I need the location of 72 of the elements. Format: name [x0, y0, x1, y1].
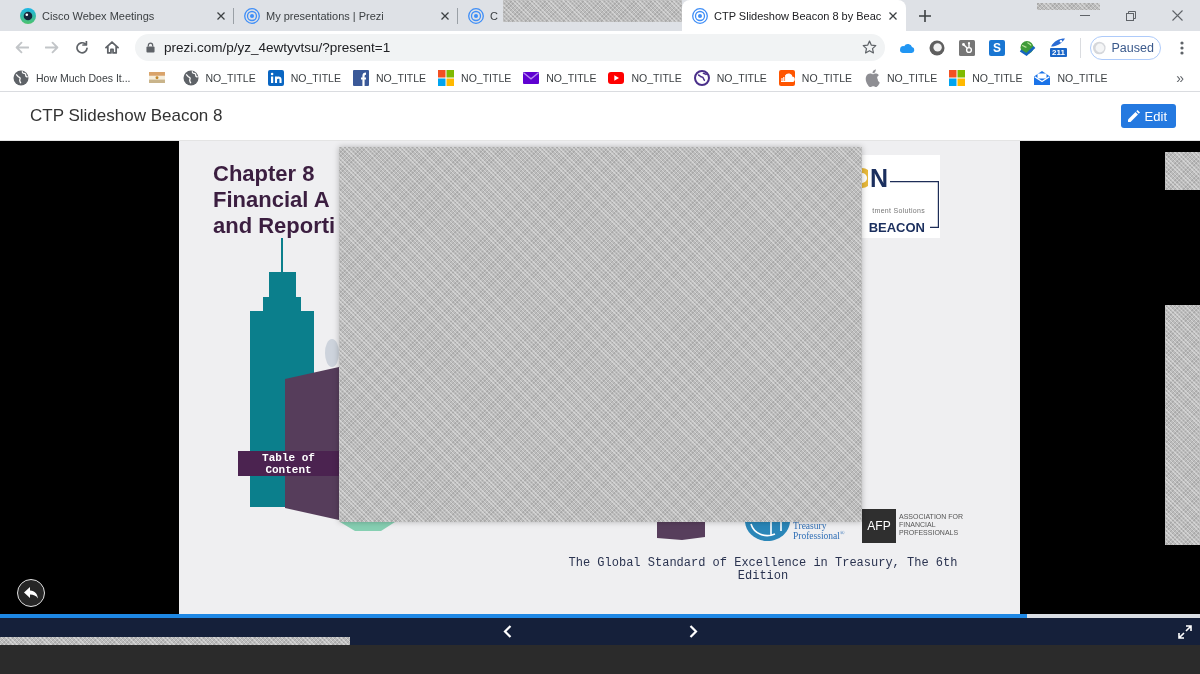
bookmark-item[interactable]: How Much Does It...	[7, 66, 137, 89]
tile-icon	[352, 69, 369, 86]
close-icon[interactable]	[217, 11, 225, 20]
concentric-circles-icon	[692, 7, 708, 24]
browser-tab[interactable]: My presentations | Prezi	[234, 0, 458, 31]
table-of-content-label[interactable]: Table of Content	[238, 451, 339, 476]
bookmark-item[interactable]: NO_TITLE	[346, 66, 433, 89]
bookmark-item[interactable]: NO_TITLE	[858, 66, 944, 89]
edit-button[interactable]: Edit	[1120, 104, 1176, 128]
more-bookmarks-button[interactable]: »	[1176, 69, 1184, 86]
slide-caption: The Global Standard of Excellence in Treasury, The 6th Edition	[567, 557, 959, 583]
logo-fragment: N	[870, 165, 889, 191]
close-icon[interactable]	[1171, 10, 1183, 21]
envelope-icon	[1034, 70, 1051, 85]
globe-icon[interactable]	[1019, 39, 1036, 56]
ring-icon[interactable]	[929, 39, 945, 56]
arc-icon	[862, 168, 868, 188]
sprocket-icon[interactable]	[959, 39, 975, 56]
globe-icon	[693, 69, 710, 86]
four-squares-icon	[438, 69, 455, 86]
reload-icon[interactable]	[75, 41, 89, 54]
play-icon	[608, 71, 625, 84]
chevron-right-icon[interactable]	[688, 625, 698, 638]
presentation-title: CTP Slideshow Beacon 8	[30, 106, 223, 126]
back-button[interactable]	[17, 579, 45, 607]
browser-tab[interactable]: Cisco Webex Meetings	[10, 0, 234, 31]
restore-icon[interactable]	[1126, 10, 1136, 21]
pencil-icon	[1127, 110, 1140, 122]
ring-icon	[20, 7, 36, 24]
plus-icon[interactable]	[919, 10, 931, 22]
globe-icon	[13, 69, 29, 86]
bookmark-item[interactable]: NO_TITLE	[261, 66, 347, 89]
cloud-icon[interactable]	[899, 42, 915, 53]
bookmark-item[interactable]: NO_TITLE	[943, 66, 1029, 89]
close-icon[interactable]	[889, 11, 897, 20]
bookmark-item[interactable]: NO_TITLE	[517, 66, 603, 89]
four-squares-icon	[949, 69, 966, 86]
home-icon[interactable]	[105, 41, 119, 54]
bookmark-item[interactable]: NO_TITLE	[176, 66, 262, 89]
bookmark-item[interactable]: NO_TITLE	[687, 66, 773, 89]
concentric-circles-icon	[244, 7, 260, 24]
profile-button[interactable]: Paused	[1089, 35, 1161, 60]
concentric-circles-icon	[468, 7, 484, 24]
menu-icon[interactable]	[1179, 40, 1184, 55]
browser-tab[interactable]: CTP Slideshow Beacon 8 by Beac	[682, 0, 906, 31]
apple-icon	[864, 67, 881, 88]
chevron-left-icon[interactable]	[502, 625, 512, 638]
redacted-area	[1037, 3, 1100, 10]
bookmark-item[interactable]: NO_TITLE	[432, 66, 518, 89]
rocket-icon[interactable]	[1050, 38, 1067, 47]
close-icon[interactable]	[441, 11, 449, 20]
extension-button[interactable]: S	[989, 39, 1005, 56]
address-bar[interactable]: prezi.com/p/yz_4ewtyvtsu/?present=1	[135, 34, 885, 61]
redacted-area	[1165, 152, 1200, 190]
tile-icon	[267, 69, 284, 86]
count-badge: 211	[1050, 48, 1067, 57]
smoke-drawing	[325, 339, 339, 367]
bookmark-item[interactable]: NO_TITLE	[602, 66, 688, 89]
bookmark-item[interactable]: NO_TITLE	[1028, 66, 1114, 89]
logo-mark: AFP	[862, 509, 896, 543]
browser-tab[interactable]: C	[458, 0, 682, 31]
bookmark-item[interactable]: NO_TITLE	[772, 66, 859, 89]
logo-wordmark: BEACON	[868, 221, 925, 235]
logo-text: Treasury Professional$^{®}$	[793, 522, 846, 541]
fullscreen-icon[interactable]	[1178, 624, 1192, 639]
cloud-icon	[778, 69, 795, 86]
lock-icon	[146, 42, 155, 53]
reply-arrow-icon	[24, 587, 38, 599]
star-icon[interactable]	[862, 40, 877, 55]
slide-title: Chapter 8 Financial A and Reporti	[213, 161, 336, 239]
globe-icon	[182, 69, 199, 86]
envelope-icon	[523, 71, 540, 84]
